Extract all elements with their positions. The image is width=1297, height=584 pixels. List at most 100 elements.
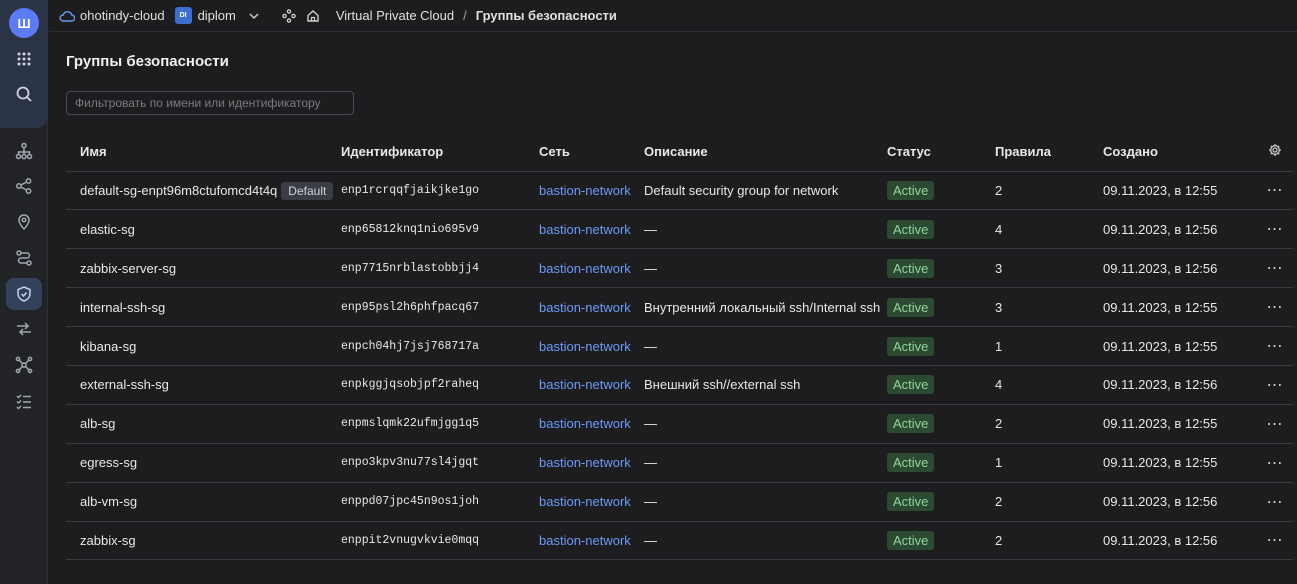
network-link[interactable]: bastion-network	[539, 416, 631, 431]
cell-name[interactable]: kibana-sg	[66, 326, 341, 366]
network-link[interactable]: bastion-network	[539, 533, 631, 548]
cell-rules: 2	[995, 482, 1103, 522]
header-created[interactable]: Создано	[1103, 132, 1257, 172]
more-icon[interactable]: ⋯	[1267, 221, 1284, 238]
hub-icon[interactable]	[6, 349, 42, 381]
cell-name[interactable]: egress-sg	[66, 443, 341, 483]
more-icon[interactable]: ⋯	[1267, 182, 1284, 199]
more-icon[interactable]: ⋯	[1267, 494, 1284, 511]
more-icon[interactable]: ⋯	[1267, 299, 1284, 316]
transfer-icon[interactable]	[6, 313, 42, 345]
group-name[interactable]: kibana-sg	[80, 339, 136, 354]
group-name[interactable]: alb-vm-sg	[80, 494, 137, 509]
table-row[interactable]: egress-sg enpo3kpv3nu77sl4jgqt bastion-net…	[66, 443, 1293, 483]
cell-status: Active	[887, 482, 995, 522]
header-rules[interactable]: Правила	[995, 132, 1103, 172]
cell-name[interactable]: zabbix-sg	[66, 521, 341, 561]
network-link[interactable]: bastion-network	[539, 300, 631, 315]
cloud-logo[interactable]: Ш	[9, 8, 39, 38]
row-actions-button[interactable]: ⋯	[1257, 521, 1293, 561]
cell-name[interactable]: external-ssh-sg	[66, 365, 341, 405]
cell-name[interactable]: internal-ssh-sg	[66, 287, 341, 328]
row-actions-button[interactable]: ⋯	[1257, 171, 1293, 211]
page-title: Группы безопасности	[66, 53, 229, 70]
folder-name[interactable]: diplom	[198, 8, 236, 23]
checklist-icon[interactable]	[6, 385, 42, 417]
gear-icon[interactable]	[1268, 143, 1282, 157]
more-icon[interactable]: ⋯	[1267, 377, 1284, 394]
row-actions-button[interactable]: ⋯	[1257, 404, 1293, 444]
cell-name[interactable]: zabbix-server-sg	[66, 248, 341, 289]
more-icon[interactable]: ⋯	[1267, 338, 1284, 355]
group-name[interactable]: alb-sg	[80, 416, 115, 431]
table-row[interactable]: external-ssh-sg enpkggjqsobjpf2raheq basti…	[66, 365, 1293, 405]
group-name[interactable]: internal-ssh-sg	[80, 300, 165, 315]
routes-icon[interactable]	[6, 242, 42, 274]
cell-created: 09.11.2023, в 12:55	[1103, 171, 1257, 211]
cell-name[interactable]: alb-sg	[66, 404, 341, 444]
cell-description: —	[644, 521, 887, 561]
sidebar: Ш	[0, 0, 48, 584]
cell-name[interactable]: alb-vm-sg	[66, 482, 341, 522]
table-row[interactable]: default-sg-enpt96m8ctufomcd4t4q Default en…	[66, 171, 1293, 211]
group-name[interactable]: zabbix-server-sg	[80, 261, 176, 276]
network-link[interactable]: bastion-network	[539, 455, 631, 470]
table-row[interactable]: elastic-sg enp65812knq1nio695v9 bastion-ne…	[66, 209, 1293, 250]
more-icon[interactable]: ⋯	[1267, 260, 1284, 277]
apps-grid-icon[interactable]	[6, 43, 42, 75]
row-actions-button[interactable]: ⋯	[1257, 443, 1293, 483]
header-network[interactable]: Сеть	[539, 132, 644, 172]
cell-rules: 2	[995, 404, 1103, 444]
network-topology-icon[interactable]	[6, 135, 42, 167]
group-name[interactable]: egress-sg	[80, 455, 137, 470]
row-actions-button[interactable]: ⋯	[1257, 482, 1293, 522]
cell-description: Внешний ssh//external ssh	[644, 365, 887, 405]
cell-id: enpkggjqsobjpf2raheq	[341, 365, 539, 405]
header-name[interactable]: Имя	[66, 132, 341, 172]
status-badge: Active	[887, 219, 935, 239]
table-row[interactable]: kibana-sg enpch04hj7jsj768717a bastion-net…	[66, 326, 1293, 366]
group-name[interactable]: default-sg-enpt96m8ctufomcd4t4q	[80, 183, 277, 198]
column-settings-button[interactable]	[1257, 132, 1293, 172]
cell-description: —	[644, 326, 887, 366]
header-description[interactable]: Описание	[644, 132, 887, 172]
filter-input[interactable]	[66, 91, 354, 115]
service-nodes-icon[interactable]	[282, 8, 296, 23]
cloud-selector[interactable]: ohotindy-cloud	[59, 8, 165, 23]
table-row[interactable]: zabbix-server-sg enp7715nrblastobbjj4 bast…	[66, 248, 1293, 289]
row-actions-button[interactable]: ⋯	[1257, 287, 1293, 328]
security-groups-table: Имя Идентификатор Сеть Описание Статус П…	[66, 132, 1293, 561]
group-name[interactable]: zabbix-sg	[80, 533, 136, 548]
shield-icon[interactable]	[6, 278, 42, 310]
more-icon[interactable]: ⋯	[1267, 416, 1284, 433]
network-link[interactable]: bastion-network	[539, 183, 631, 198]
table-row[interactable]: internal-ssh-sg enp95psl2h6phfpacq67 basti…	[66, 287, 1293, 328]
network-link[interactable]: bastion-network	[539, 377, 631, 392]
search-icon[interactable]	[6, 78, 42, 110]
group-name[interactable]: external-ssh-sg	[80, 377, 169, 392]
row-actions-button[interactable]: ⋯	[1257, 326, 1293, 366]
more-icon[interactable]: ⋯	[1267, 455, 1284, 472]
network-link[interactable]: bastion-network	[539, 222, 631, 237]
more-icon[interactable]: ⋯	[1267, 532, 1284, 549]
network-link[interactable]: bastion-network	[539, 339, 631, 354]
home-icon[interactable]	[306, 9, 320, 23]
header-status[interactable]: Статус	[887, 132, 995, 172]
table-row[interactable]: alb-sg enpmslqmk22ufmjgg1q5 bastion-networ…	[66, 404, 1293, 444]
row-actions-button[interactable]: ⋯	[1257, 365, 1293, 405]
location-pin-icon[interactable]	[6, 206, 42, 238]
table-row[interactable]: zabbix-sg enppit2vnugvkvie0mqq bastion-net…	[66, 521, 1293, 561]
chevron-down-icon[interactable]	[248, 10, 260, 22]
table-row[interactable]: alb-vm-sg enppd07jpc45n9os1joh bastion-net…	[66, 482, 1293, 522]
cell-name[interactable]: default-sg-enpt96m8ctufomcd4t4q Default	[66, 171, 341, 211]
network-link[interactable]: bastion-network	[539, 261, 631, 276]
cell-created: 09.11.2023, в 12:55	[1103, 287, 1257, 328]
breadcrumb-service[interactable]: Virtual Private Cloud	[336, 8, 454, 23]
cell-name[interactable]: elastic-sg	[66, 209, 341, 250]
row-actions-button[interactable]: ⋯	[1257, 209, 1293, 250]
header-id[interactable]: Идентификатор	[341, 132, 539, 172]
network-link[interactable]: bastion-network	[539, 494, 631, 509]
group-name[interactable]: elastic-sg	[80, 222, 135, 237]
row-actions-button[interactable]: ⋯	[1257, 248, 1293, 289]
nodes-icon[interactable]	[6, 170, 42, 202]
